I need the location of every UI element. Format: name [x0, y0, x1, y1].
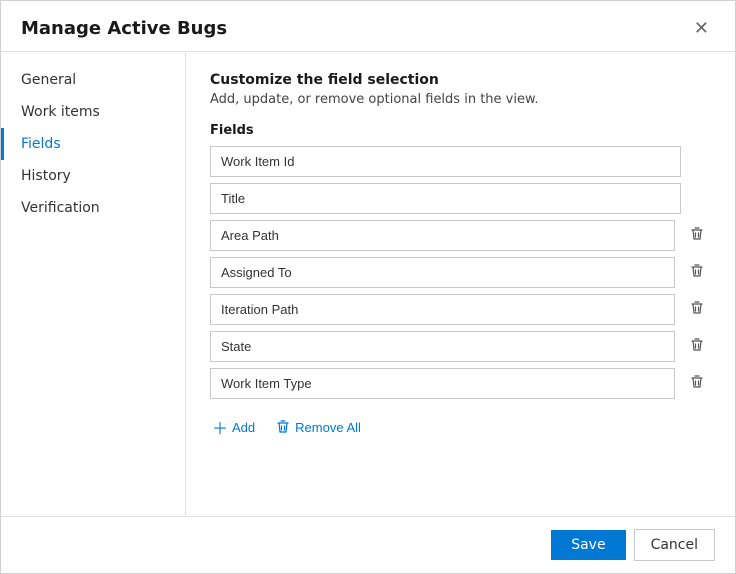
remove-all-icon — [275, 419, 291, 435]
sidebar-item-verification[interactable]: Verification — [1, 192, 185, 224]
field-row-area-path — [210, 220, 711, 251]
delete-iteration-path-button[interactable] — [683, 296, 711, 323]
sidebar-item-fields[interactable]: Fields — [1, 128, 185, 160]
manage-active-bugs-dialog: Manage Active Bugs ✕ General Work items … — [0, 0, 736, 574]
plus-icon: ＋ — [212, 415, 228, 439]
field-row-work-item-id — [210, 146, 711, 177]
sidebar-item-general[interactable]: General — [1, 64, 185, 96]
field-input-assigned-to[interactable] — [210, 257, 675, 288]
field-input-iteration-path[interactable] — [210, 294, 675, 325]
field-row-title — [210, 183, 711, 214]
field-input-title[interactable] — [210, 183, 681, 214]
dialog-title: Manage Active Bugs — [21, 18, 227, 39]
sidebar-item-work-items[interactable]: Work items — [1, 96, 185, 128]
field-row-assigned-to — [210, 257, 711, 288]
dialog-footer: Save Cancel — [1, 516, 735, 573]
field-input-state[interactable] — [210, 331, 675, 362]
main-content: Customize the field selection Add, updat… — [186, 52, 735, 516]
delete-state-button[interactable] — [683, 333, 711, 360]
sidebar-item-history[interactable]: History — [1, 160, 185, 192]
dialog-header: Manage Active Bugs ✕ — [1, 1, 735, 52]
sidebar: General Work items Fields History Verifi… — [1, 52, 186, 516]
fields-label: Fields — [210, 123, 711, 138]
field-row-work-item-type — [210, 368, 711, 399]
cancel-button[interactable]: Cancel — [634, 529, 715, 561]
dialog-body: General Work items Fields History Verifi… — [1, 52, 735, 516]
actions-row: ＋ Add Remove All — [210, 411, 711, 443]
section-title: Customize the field selection — [210, 72, 711, 88]
field-row-state — [210, 331, 711, 362]
field-row-iteration-path — [210, 294, 711, 325]
field-input-work-item-id[interactable] — [210, 146, 681, 177]
field-input-work-item-type[interactable] — [210, 368, 675, 399]
add-field-button[interactable]: ＋ Add — [210, 411, 257, 443]
remove-all-button[interactable]: Remove All — [273, 415, 363, 439]
add-label: Add — [232, 420, 255, 435]
remove-all-label: Remove All — [295, 420, 361, 435]
save-button[interactable]: Save — [551, 530, 625, 560]
close-button[interactable]: ✕ — [688, 17, 715, 39]
delete-assigned-to-button[interactable] — [683, 259, 711, 286]
delete-work-item-type-button[interactable] — [683, 370, 711, 397]
delete-area-path-button[interactable] — [683, 222, 711, 249]
field-input-area-path[interactable] — [210, 220, 675, 251]
section-subtitle: Add, update, or remove optional fields i… — [210, 92, 711, 107]
